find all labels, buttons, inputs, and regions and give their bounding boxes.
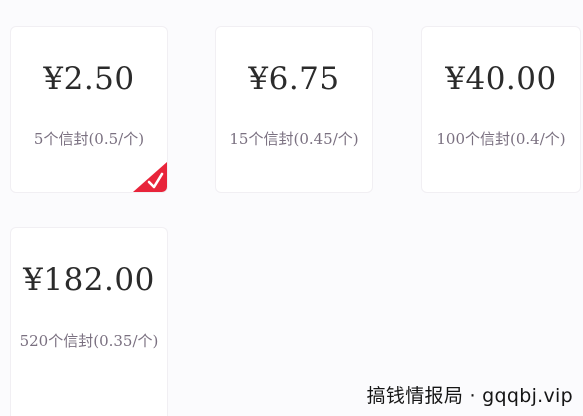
package-description: 520个信封(0.35/个) xyxy=(19,332,159,350)
package-description: 5个信封(0.5/个) xyxy=(33,130,145,148)
package-option-2[interactable]: ¥6.75 15个信封(0.45/个) xyxy=(215,26,373,193)
watermark-text: 搞钱情报局 · gqqbj.vip xyxy=(366,385,573,407)
package-option-1[interactable]: ¥2.50 5个信封(0.5/个) xyxy=(10,26,168,193)
package-description: 15个信封(0.45/个) xyxy=(229,130,359,148)
package-price: ¥6.75 xyxy=(248,61,340,97)
package-description: 100个信封(0.4/个) xyxy=(436,130,566,148)
package-option-4[interactable]: ¥182.00 520个信封(0.35/个) xyxy=(10,227,168,416)
package-price: ¥40.00 xyxy=(445,61,557,97)
checkmark-icon xyxy=(133,162,167,192)
package-price: ¥2.50 xyxy=(43,61,135,97)
package-option-3[interactable]: ¥40.00 100个信封(0.4/个) xyxy=(421,26,581,193)
package-price: ¥182.00 xyxy=(23,262,155,298)
